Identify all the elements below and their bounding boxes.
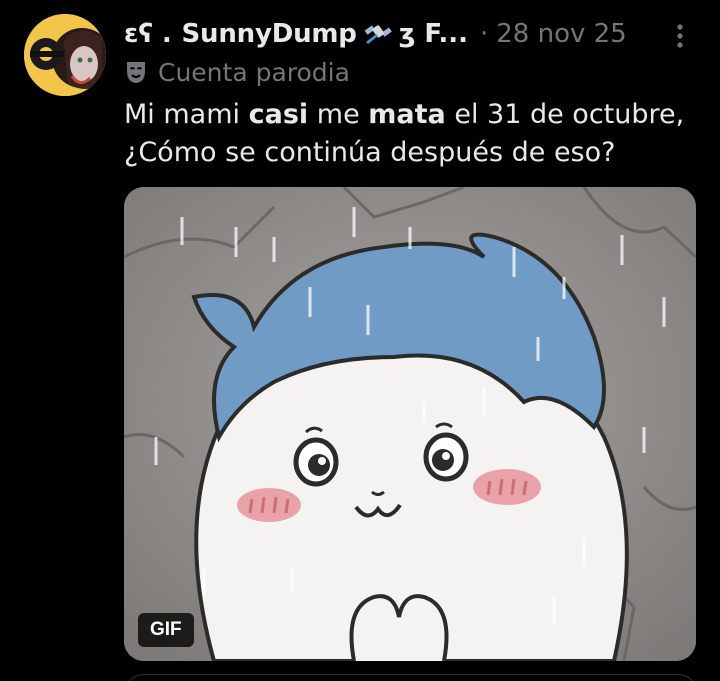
avatar-image [24,14,106,96]
separator: · [479,19,489,49]
gif-image [124,187,696,661]
avatar[interactable] [24,14,106,96]
parody-label-text: Cuenta parodia [158,57,350,87]
tweet[interactable]: ɛʕ . SunnyDump ʒ F... · 28 nov 25 Cuenta… [0,0,720,681]
display-name-suffix[interactable]: ʒ F... [399,19,468,49]
next-card-edge [124,674,698,681]
timestamp[interactable]: 28 nov 25 [496,19,626,49]
tweet-text-line-1: Mi mami casi me mata el 31 de octubre, [124,96,704,134]
display-name[interactable]: SunnyDump [182,19,357,49]
tweet-text-line-2: ¿Cómo se continúa después de eso? [124,137,616,168]
tweet-text: Mi mami casi me mata el 31 de octubre, ¿… [124,96,704,172]
satellite-icon [363,17,393,51]
text-segment: el 31 de octubre, [445,99,685,130]
text-bold-segment: casi [248,99,309,130]
text-bold-segment: mata [368,99,446,130]
gif-media[interactable]: GIF [124,187,696,661]
parody-account-label: Cuenta parodia [124,54,350,90]
gif-badge[interactable]: GIF [138,613,194,647]
more-vertical-icon [677,24,683,48]
tweet-header: ɛʕ . SunnyDump ʒ F... · 28 nov 25 [124,14,704,54]
text-segment: Mi mami [124,99,249,130]
text-segment: me [308,99,369,130]
display-name-prefix[interactable]: ɛʕ . [124,19,172,49]
theater-mask-icon [127,62,145,83]
more-button[interactable] [662,18,698,54]
